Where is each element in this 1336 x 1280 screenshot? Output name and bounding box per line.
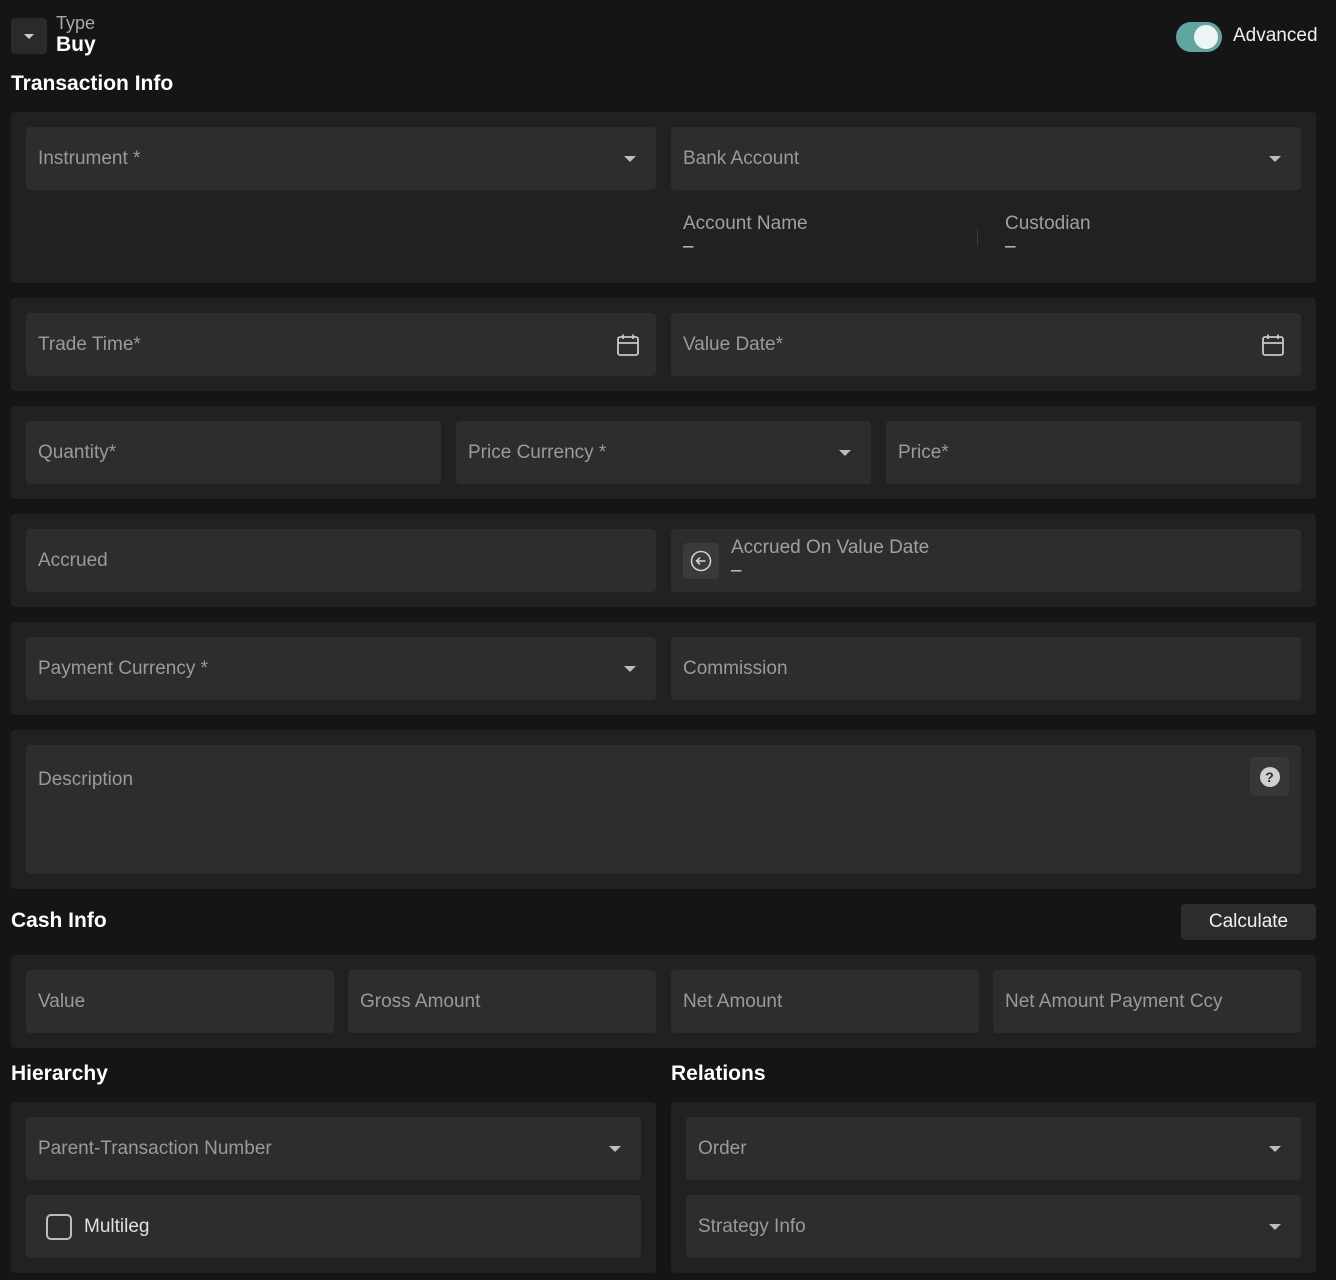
trade-time-label: Trade Time* [38, 333, 141, 355]
calendar-icon[interactable] [1261, 333, 1285, 357]
net-amount-label: Net Amount [683, 990, 783, 1012]
gross-amount-label: Gross Amount [360, 990, 481, 1012]
divider [977, 228, 978, 246]
price-currency-select[interactable]: Price Currency * [456, 421, 871, 484]
chevron-down-icon [1269, 1145, 1281, 1152]
accrued-field[interactable]: Accrued [26, 529, 656, 592]
multileg-checkbox[interactable] [46, 1213, 72, 1240]
value-date-field[interactable]: Value Date* [671, 313, 1301, 376]
bank-account-label: Bank Account [683, 147, 800, 169]
question-icon: ? [1259, 766, 1280, 787]
chevron-down-icon [1269, 155, 1281, 162]
description-label: Description [38, 769, 134, 790]
net-amount-field[interactable]: Net Amount [671, 970, 979, 1033]
chevron-down-icon [624, 155, 636, 162]
type-label: Type [56, 13, 96, 33]
quantity-field[interactable]: Quantity* [26, 421, 441, 484]
accrued-on-value-date-value: – [731, 560, 742, 581]
type-value: Buy [56, 33, 96, 56]
multileg-checkbox-row[interactable]: Multileg [26, 1195, 641, 1258]
custodian-label: Custodian [1005, 213, 1091, 234]
bank-account-select[interactable]: Bank Account [671, 127, 1301, 190]
value-label: Value [38, 990, 86, 1012]
order-select[interactable]: Order [686, 1117, 1301, 1180]
net-amount-payment-ccy-field[interactable]: Net Amount Payment Ccy [993, 970, 1301, 1033]
description-textarea[interactable]: Description [26, 745, 1301, 874]
account-name-label: Account Name [683, 213, 808, 234]
chevron-down-icon [1269, 1223, 1281, 1230]
hierarchy-title: Hierarchy [11, 1062, 108, 1085]
account-name-value: – [683, 236, 694, 257]
commission-field[interactable]: Commission [671, 637, 1301, 700]
calendar-icon[interactable] [616, 333, 640, 357]
quantity-label: Quantity* [38, 441, 117, 463]
help-button[interactable]: ? [1250, 757, 1289, 796]
custodian-value: – [1005, 236, 1016, 257]
cash-info-title: Cash Info [11, 909, 107, 932]
accrued-label: Accrued [38, 549, 108, 571]
chevron-down-icon [609, 1145, 621, 1152]
advanced-label: Advanced [1233, 25, 1318, 46]
order-label: Order [698, 1137, 747, 1159]
value-field[interactable]: Value [26, 970, 334, 1033]
transaction-info-title: Transaction Info [11, 72, 174, 95]
value-date-label: Value Date* [683, 333, 783, 355]
instrument-label: Instrument * [38, 147, 141, 169]
strategy-info-label: Strategy Info [698, 1215, 806, 1237]
arrow-left-circle-icon [690, 550, 712, 572]
accrued-on-value-date-label: Accrued On Value Date [731, 537, 930, 558]
price-currency-label: Price Currency * [468, 441, 607, 463]
commission-label: Commission [683, 657, 788, 679]
advanced-toggle[interactable] [1176, 22, 1222, 52]
trade-time-field[interactable]: Trade Time* [26, 313, 656, 376]
relations-title: Relations [671, 1062, 766, 1085]
strategy-info-select[interactable]: Strategy Info [686, 1195, 1301, 1258]
chevron-down-icon [839, 449, 851, 456]
gross-amount-field[interactable]: Gross Amount [348, 970, 656, 1033]
parent-transaction-number-select[interactable]: Parent-Transaction Number [26, 1117, 641, 1180]
multileg-label: Multileg [84, 1215, 150, 1237]
instrument-select[interactable]: Instrument * [26, 127, 656, 190]
payment-currency-label: Payment Currency * [38, 657, 209, 679]
chevron-down-icon [24, 33, 34, 39]
toggle-knob [1194, 25, 1218, 49]
parent-transaction-number-label: Parent-Transaction Number [38, 1137, 272, 1159]
chevron-down-icon [624, 665, 636, 672]
net-amount-payment-ccy-label: Net Amount Payment Ccy [1005, 990, 1223, 1012]
type-dropdown-button[interactable] [11, 18, 47, 54]
calculate-button[interactable]: Calculate [1181, 904, 1316, 940]
price-label: Price* [898, 441, 949, 463]
price-field[interactable]: Price* [886, 421, 1301, 484]
apply-accrued-button[interactable] [683, 543, 719, 579]
payment-currency-select[interactable]: Payment Currency * [26, 637, 656, 700]
